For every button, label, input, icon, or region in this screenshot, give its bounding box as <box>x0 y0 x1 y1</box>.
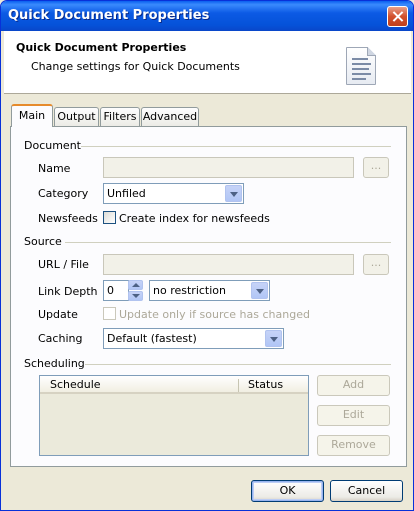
caching-select[interactable]: Default (fastest) <box>103 328 284 349</box>
chevron-down-icon[interactable] <box>225 185 242 202</box>
tab-filters[interactable]: Filters <box>100 107 140 126</box>
link-depth-input[interactable]: 0 <box>103 280 129 301</box>
link-depth-value: 0 <box>107 284 114 297</box>
link-depth-up-icon[interactable] <box>128 280 143 290</box>
title-bar[interactable]: Quick Document Properties <box>1 1 413 31</box>
name-input[interactable] <box>103 157 354 178</box>
newsfeeds-label: Newsfeeds <box>38 212 98 225</box>
dialog-header: Quick Document Properties Change setting… <box>4 31 411 94</box>
dialog-window: Quick Document Properties Quick Document… <box>0 0 414 511</box>
column-schedule[interactable]: Schedule <box>50 378 101 391</box>
document-icon <box>346 47 376 85</box>
tab-advanced[interactable]: Advanced <box>141 107 199 126</box>
newsfeeds-checkbox-label[interactable]: Create index for newsfeeds <box>119 212 270 225</box>
ok-button[interactable]: OK <box>251 480 324 502</box>
cancel-button[interactable]: Cancel <box>330 480 403 502</box>
header-subtitle: Change settings for Quick Documents <box>31 60 240 73</box>
column-status[interactable]: Status <box>248 378 283 391</box>
update-label: Update <box>38 308 78 321</box>
chevron-down-icon[interactable] <box>251 282 268 299</box>
scheduling-divider <box>85 364 391 365</box>
restriction-value: no restriction <box>153 284 226 297</box>
scheduling-section-label: Scheduling <box>24 357 85 370</box>
restriction-select[interactable]: no restriction <box>149 280 270 301</box>
document-section-label: Document <box>24 139 81 152</box>
name-browse-button[interactable]: ... <box>363 157 389 178</box>
link-depth-label: Link Depth <box>38 285 98 298</box>
link-depth-down-icon[interactable] <box>128 291 143 301</box>
source-section-label: Source <box>24 235 62 248</box>
category-value: Unfiled <box>107 187 146 200</box>
schedule-list-header: Schedule Status <box>40 376 308 394</box>
document-divider <box>81 146 391 147</box>
url-file-input[interactable] <box>103 254 354 275</box>
caching-value: Default (fastest) <box>107 332 197 345</box>
newsfeeds-checkbox[interactable] <box>103 211 116 224</box>
category-select[interactable]: Unfiled <box>103 183 244 204</box>
tab-output[interactable]: Output <box>54 107 99 126</box>
chevron-down-icon[interactable] <box>265 330 282 347</box>
caching-label: Caching <box>38 332 83 345</box>
header-title: Quick Document Properties <box>16 41 187 54</box>
close-button[interactable] <box>387 6 408 27</box>
add-schedule-button[interactable]: Add <box>317 375 390 396</box>
url-browse-button[interactable]: ... <box>363 254 389 275</box>
tab-main[interactable]: Main <box>11 104 53 127</box>
edit-schedule-button[interactable]: Edit <box>317 405 390 426</box>
column-separator[interactable] <box>238 379 239 392</box>
update-checkbox-label: Update only if source has changed <box>119 308 310 321</box>
url-file-label: URL / File <box>38 258 89 271</box>
remove-schedule-button[interactable]: Remove <box>317 435 390 456</box>
update-checkbox <box>103 307 116 320</box>
source-divider <box>65 242 391 243</box>
schedule-list[interactable]: Schedule Status <box>39 375 309 456</box>
name-label: Name <box>38 162 71 175</box>
window-title: Quick Document Properties <box>8 8 210 23</box>
category-label: Category <box>38 187 89 200</box>
